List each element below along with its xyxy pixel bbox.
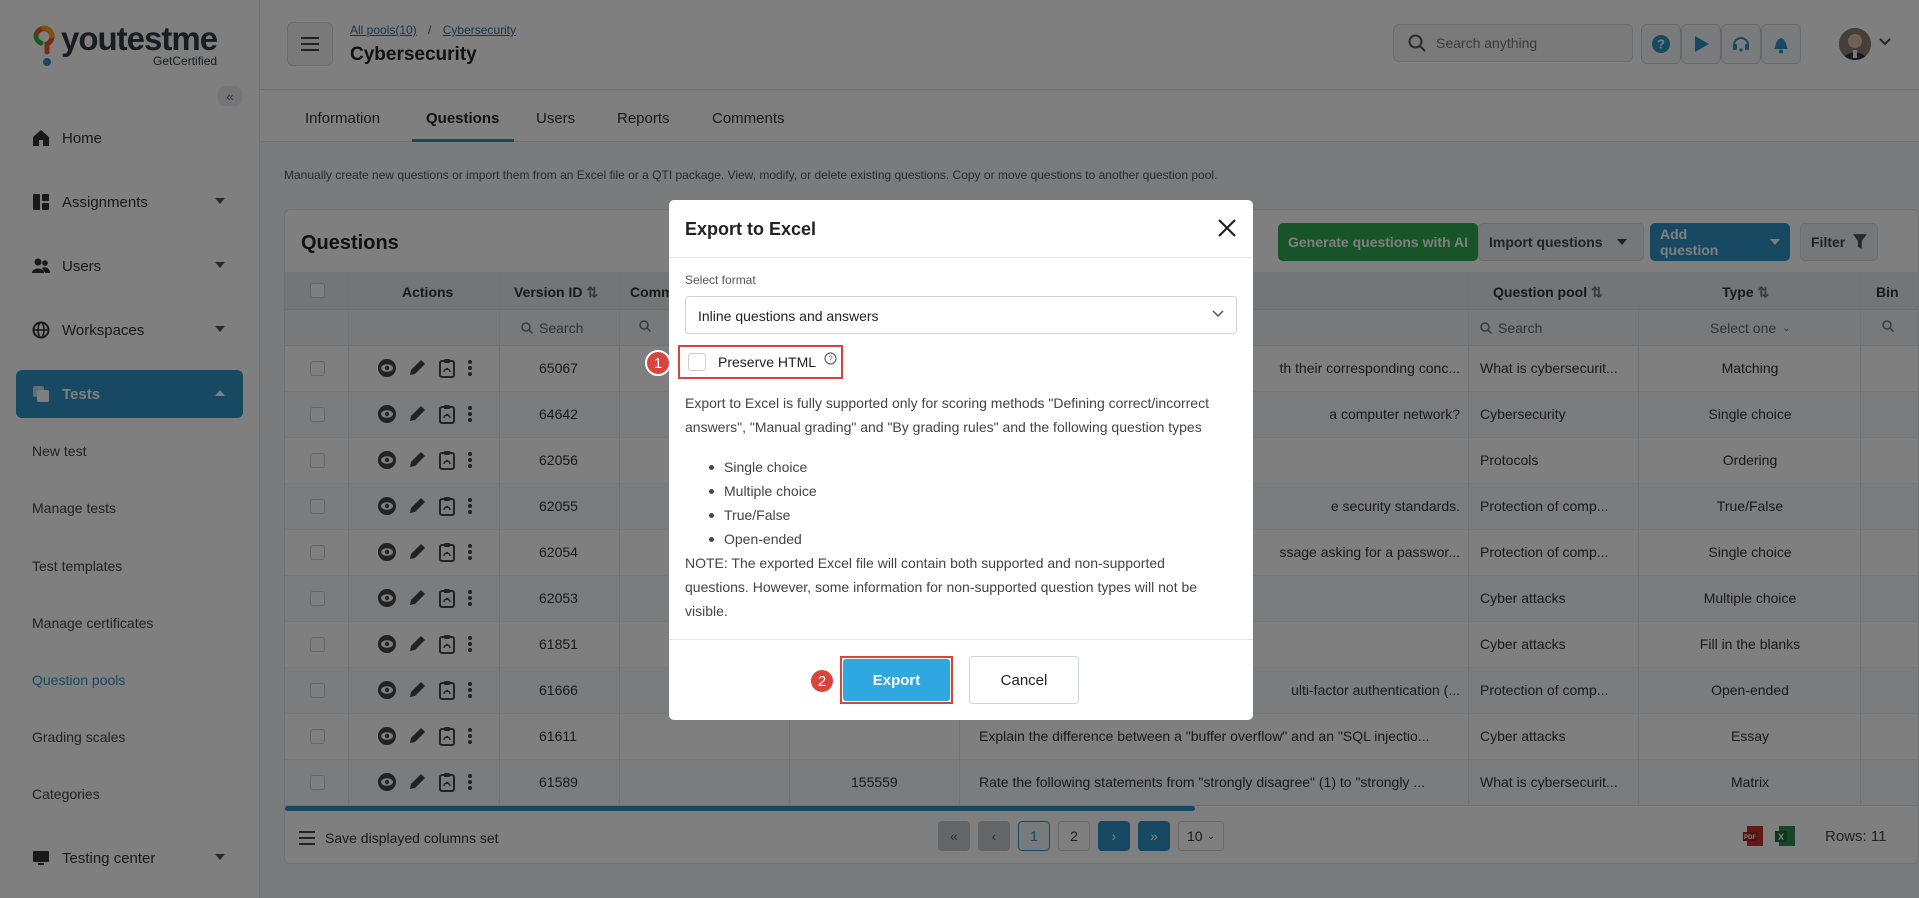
preserve-html-label: Preserve HTML <box>718 354 817 370</box>
step-marker-2: 2 <box>809 668 835 694</box>
preserve-html-checkbox[interactable] <box>688 353 706 371</box>
format-value: Inline questions and answers <box>698 308 879 324</box>
close-icon[interactable] <box>1217 218 1237 238</box>
preserve-html-option[interactable]: Preserve HTML ? <box>678 345 843 379</box>
dialog-footer <box>669 639 1253 720</box>
supported-type: True/False <box>709 507 790 523</box>
svg-text:?: ? <box>828 354 833 363</box>
supported-type: Multiple choice <box>709 483 817 499</box>
cancel-button[interactable]: Cancel <box>969 656 1079 704</box>
dialog-header: Export to Excel <box>669 200 1253 258</box>
dialog-title: Export to Excel <box>685 219 817 239</box>
format-label: Select format <box>685 273 756 287</box>
supported-type: Open-ended <box>709 531 802 547</box>
export-info-text: Export to Excel is fully supported only … <box>685 395 1209 435</box>
format-select[interactable]: Inline questions and answers <box>685 296 1237 334</box>
export-note-text: NOTE: The exported Excel file will conta… <box>685 555 1198 619</box>
export-excel-dialog: Export to Excel Select format Inline que… <box>669 200 1253 720</box>
step-marker-1: 1 <box>645 350 671 376</box>
supported-type: Single choice <box>709 459 807 475</box>
chevron-down-icon <box>1212 310 1224 318</box>
help-circle-icon[interactable]: ? <box>824 351 837 365</box>
export-button[interactable]: Export <box>843 659 950 701</box>
